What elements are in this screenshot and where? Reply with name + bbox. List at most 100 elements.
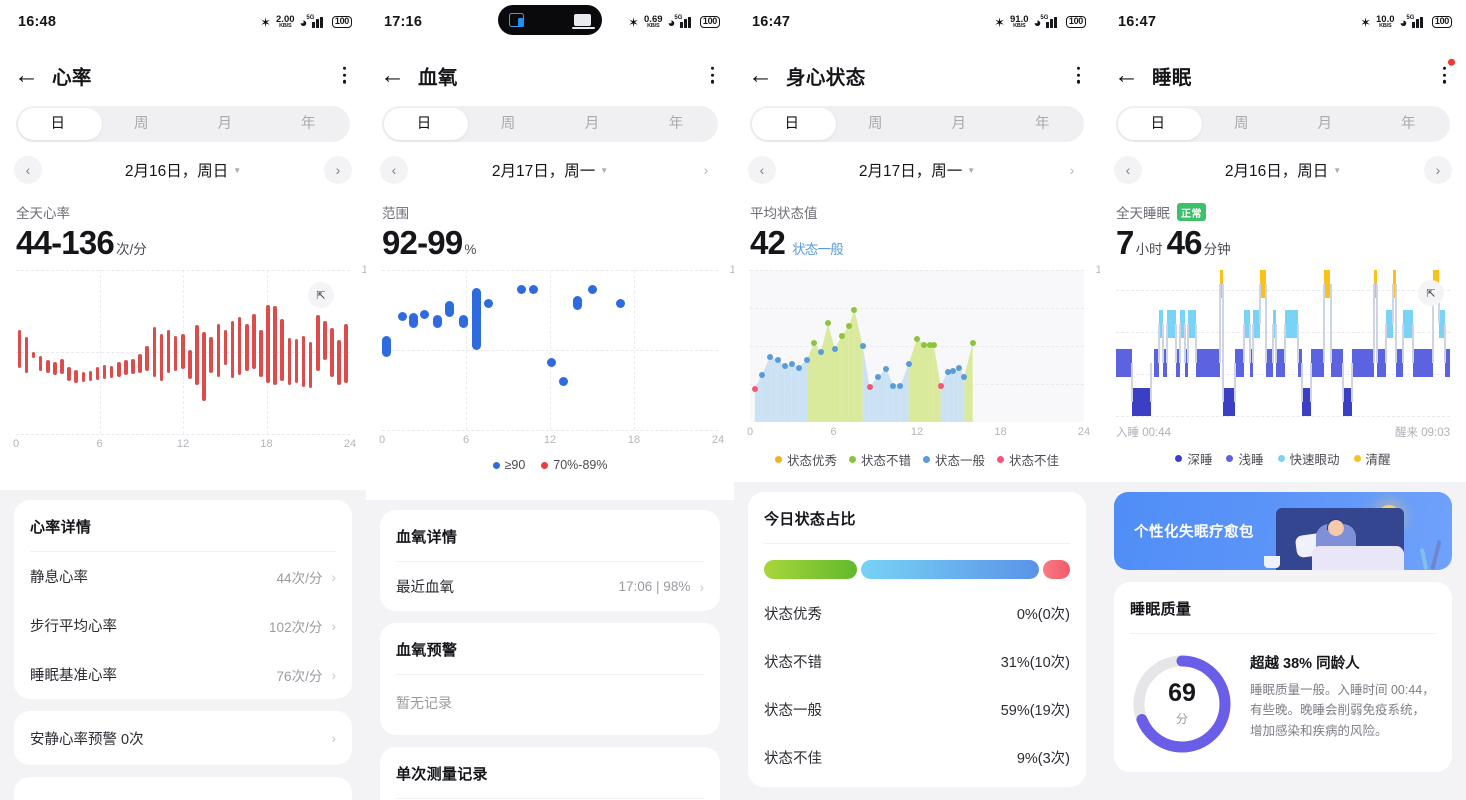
- chevron-right-icon[interactable]: ›: [324, 156, 352, 184]
- chart-bar: [237, 317, 242, 375]
- card-resting-hr-alert[interactable]: 安静心率预警 0次 ›: [14, 711, 352, 765]
- table-row[interactable]: 步行平均心率 102次/分 ›: [30, 601, 336, 650]
- tab-year[interactable]: 年: [267, 106, 351, 142]
- tab-week[interactable]: 周: [100, 106, 184, 142]
- network-speed-indicator: 91.0 KB/S: [1010, 13, 1029, 29]
- chevron-left-icon[interactable]: ‹: [380, 156, 408, 184]
- tab-month[interactable]: 月: [917, 106, 1001, 142]
- chart-bar: [195, 324, 199, 386]
- legend-item: 状态不错: [848, 450, 911, 469]
- arrow-left-icon[interactable]: ←: [748, 62, 778, 88]
- app-bar: ← 睡眠: [1100, 44, 1466, 106]
- date-label[interactable]: 2月16日，周日 ▼: [42, 159, 324, 181]
- chevron-left-icon[interactable]: ‹: [748, 156, 776, 184]
- status-bar: 16:48 ✶ 2.00 KB/S ◕ 5G 100: [0, 0, 366, 44]
- insomnia-program-banner[interactable]: 个性化失眠疗愈包: [1114, 492, 1452, 570]
- tab-month[interactable]: 月: [183, 106, 267, 142]
- date-label[interactable]: 2月16日，周日 ▼: [1142, 159, 1424, 181]
- chart-data-point: [795, 364, 802, 371]
- page-title: 睡眠: [1152, 66, 1192, 89]
- sleep-stage-connector: [1297, 323, 1300, 363]
- tab-year[interactable]: 年: [634, 106, 718, 142]
- more-vertical-icon[interactable]: [342, 66, 346, 84]
- network-speed-indicator: 2.00 KB/S: [276, 13, 295, 29]
- chevron-left-icon[interactable]: ‹: [1114, 156, 1142, 184]
- screen-sleep: 16:47 ✶ 10.0 KB/S ◕ 5G 100 ← 睡眠 日 周 月 年 …: [1100, 0, 1466, 800]
- tab-week[interactable]: 周: [1200, 106, 1284, 142]
- chart-bar: [223, 329, 228, 365]
- sleep-stage-connector: [1351, 362, 1354, 403]
- sleep-stage-connector: [1131, 362, 1134, 403]
- table-row[interactable]: 静息心率 44次/分 ›: [30, 552, 336, 601]
- sleep-stage-connector: [1258, 284, 1261, 324]
- x-axis-tick: 24: [711, 434, 725, 447]
- chart-bar: [529, 284, 539, 294]
- legend-item: 深睡: [1175, 449, 1212, 468]
- chart-bar: [102, 364, 107, 379]
- tab-day[interactable]: 日: [750, 106, 834, 142]
- chart-bar: [173, 335, 178, 371]
- chart-data-point: [969, 340, 976, 347]
- tab-week[interactable]: 周: [466, 106, 550, 142]
- card-title: 血氧预警: [396, 623, 704, 675]
- chart-bar: [124, 360, 128, 375]
- chart-bar: [459, 315, 469, 328]
- card-placeholder: [14, 777, 352, 800]
- tab-month[interactable]: 月: [1283, 106, 1367, 142]
- legend-item: 清醒: [1353, 449, 1391, 468]
- metric-headline: 平均状态值 42 状态一般: [734, 198, 1100, 264]
- screen-heart-rate: 16:48 ✶ 2.00 KB/S ◕ 5G 100 ← 心率 日 周 月 年 …: [0, 0, 366, 800]
- chevron-down-icon: ▼: [600, 165, 609, 175]
- sleep-stage-connector: [1411, 323, 1414, 363]
- sleep-stage-connector: [1271, 323, 1274, 363]
- sleep-comparison-headline: 超越 38% 同龄人: [1250, 656, 1360, 672]
- tab-day[interactable]: 日: [1116, 106, 1200, 142]
- arrow-left-icon[interactable]: ←: [1114, 62, 1144, 88]
- sleep-stage-connector: [1301, 362, 1304, 403]
- page-title: 心率: [52, 66, 92, 89]
- grid-line: [634, 270, 635, 431]
- date-label[interactable]: 2月17日，周一 ▼: [408, 159, 692, 181]
- chart-bar: [81, 371, 86, 382]
- legend-item: 70%-89%: [541, 458, 607, 472]
- network-speed-indicator: 10.0 KB/S: [1376, 13, 1395, 29]
- status-bar: 16:47 ✶ 91.0 KB/S ◕ 5G 100: [734, 0, 1100, 44]
- chart-bar: [516, 284, 526, 294]
- card-title: 血氧详情: [396, 510, 704, 562]
- chevron-right-icon: ›: [331, 730, 336, 746]
- chart-bar: [588, 284, 597, 294]
- chevron-down-icon: ▼: [1333, 165, 1342, 175]
- table-row[interactable]: 最近血氧 17:06 | 98% ›: [396, 562, 704, 611]
- chart-bar: [109, 365, 114, 378]
- metric-value: 44-136: [16, 224, 115, 261]
- blood-oxygen-details-sheet: 血氧详情 最近血氧 17:06 | 98% › 血氧预警 暂无记录 单次测量记录: [366, 500, 734, 800]
- dynamic-island[interactable]: [498, 5, 602, 35]
- arrow-left-icon[interactable]: ←: [380, 62, 410, 88]
- tab-day[interactable]: 日: [382, 106, 466, 142]
- chart-data-point: [859, 343, 866, 350]
- tab-year[interactable]: 年: [1001, 106, 1085, 142]
- chart-bar: [316, 315, 320, 371]
- chart-bar: [131, 359, 135, 374]
- chart-bar: [445, 300, 455, 317]
- blood-oxygen-chart: 1009590 06121824 ≥90 70%-89%: [379, 264, 734, 472]
- chevron-right-icon[interactable]: ›: [1424, 156, 1452, 184]
- chart-bar: [259, 329, 263, 377]
- chevron-left-icon[interactable]: ‹: [14, 156, 42, 184]
- status-time: 16:47: [752, 14, 791, 30]
- list-item[interactable]: 安静心率预警 0次 ›: [30, 711, 336, 765]
- tab-month[interactable]: 月: [550, 106, 634, 142]
- tab-week[interactable]: 周: [834, 106, 918, 142]
- banner-title: 个性化失眠疗愈包: [1134, 524, 1254, 541]
- tab-day[interactable]: 日: [16, 106, 100, 142]
- arrow-left-icon[interactable]: ←: [14, 62, 44, 88]
- tab-year[interactable]: 年: [1367, 106, 1451, 142]
- more-vertical-icon[interactable]: [1442, 58, 1455, 84]
- more-vertical-icon[interactable]: [710, 66, 714, 84]
- date-label[interactable]: 2月17日，周一 ▼: [776, 159, 1058, 181]
- metric-value: 42: [750, 224, 786, 261]
- chart-bar: [188, 350, 192, 379]
- table-row[interactable]: 睡眠基准心率 76次/分 ›: [30, 650, 336, 699]
- more-vertical-icon[interactable]: [1076, 66, 1080, 84]
- status-badge: 正常: [1177, 203, 1206, 221]
